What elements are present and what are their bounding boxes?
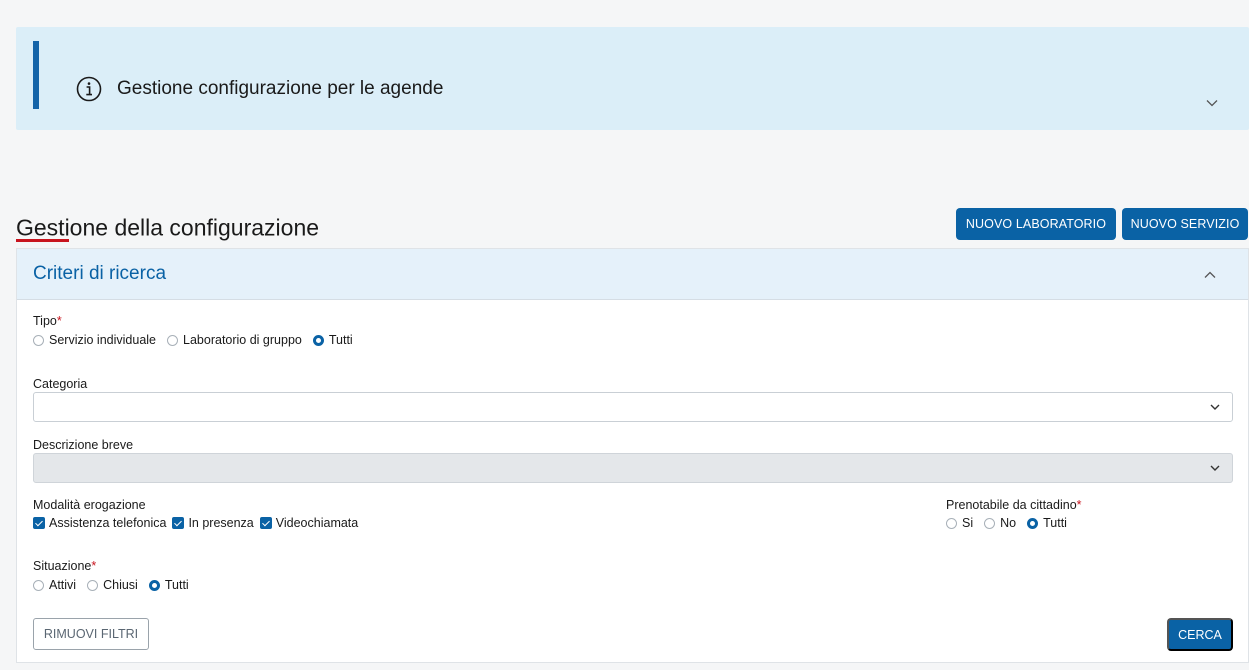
remove-filters-button[interactable]: RIMUOVI FILTRI (33, 618, 149, 650)
radio-label: Tutti (164, 578, 189, 592)
search-button[interactable]: CERCA (1167, 618, 1233, 651)
prenotabile-label: Prenotabile da cittadino* (946, 498, 1082, 512)
search-panel: Criteri di ricerca Tipo* Servizio indivi… (16, 248, 1249, 663)
tipo-radio-group: Servizio individuale Laboratorio di grup… (33, 333, 364, 347)
checkbox-label: Assistenza telefonica (49, 516, 167, 530)
radio-situazione-tutti[interactable] (148, 579, 160, 591)
info-banner-accent-bar (33, 41, 39, 109)
search-panel-title: Criteri di ricerca (33, 263, 167, 284)
modalita-checkbox-group: Assistenza telefonica In presenza Videoc… (33, 516, 369, 530)
checkbox-videochiamata[interactable] (259, 517, 272, 529)
page-title: Gestione della configurazione (16, 214, 320, 241)
required-marker: * (56, 314, 62, 328)
radio-label: No (1000, 516, 1017, 530)
info-icon (76, 76, 102, 102)
chevron-down-icon (1210, 465, 1220, 471)
info-banner-title: Gestione configurazione per le agende (117, 78, 444, 99)
radio-situazione-chiusi[interactable] (87, 579, 99, 591)
radio-prenotabile-tutti[interactable] (1027, 517, 1039, 529)
radio-prenotabile-si[interactable] (946, 517, 957, 529)
radio-laboratorio-di-gruppo[interactable] (167, 334, 179, 346)
radio-label: Servizio individuale (49, 333, 157, 347)
tipo-label: Tipo* (33, 314, 62, 328)
prenotabile-radio-group: Si No Tutti (946, 516, 1078, 530)
radio-situazione-attivi[interactable] (33, 579, 44, 591)
prenotabile-label-text: Prenotabile da cittadino (946, 498, 1077, 512)
chevron-down-icon[interactable] (1206, 97, 1218, 109)
search-panel-header[interactable]: Criteri di ricerca (17, 249, 1248, 300)
radio-prenotabile-no[interactable] (984, 517, 996, 529)
radio-label: Chiusi (103, 578, 138, 592)
required-marker: * (91, 559, 97, 573)
checkbox-label: Videochiamata (275, 516, 359, 530)
chevron-down-icon (1210, 404, 1220, 410)
radio-label: Tutti (1043, 516, 1067, 530)
situazione-radio-group: Attivi Chiusi Tutti (33, 578, 200, 592)
checkbox-assistenza-telefonica[interactable] (33, 517, 45, 529)
checkbox-in-presenza[interactable] (172, 517, 185, 529)
descrizione-breve-label: Descrizione breve (33, 438, 134, 452)
chevron-up-icon[interactable] (1204, 269, 1216, 281)
radio-label: Si (962, 516, 974, 530)
modalita-erogazione-label: Modalità erogazione (33, 498, 146, 512)
new-laboratory-button[interactable]: NUOVO LABORATORIO (956, 208, 1116, 240)
radio-tipo-tutti[interactable] (312, 334, 324, 346)
radio-servizio-individuale[interactable] (33, 334, 44, 346)
new-service-button[interactable]: NUOVO SERVIZIO (1122, 208, 1248, 240)
radio-label: Attivi (49, 578, 77, 592)
radio-label: Laboratorio di gruppo (183, 333, 302, 347)
tipo-label-text: Tipo (33, 314, 57, 328)
checkbox-label: In presenza (188, 516, 254, 530)
radio-label: Tutti (328, 333, 353, 347)
descrizione-breve-select[interactable] (33, 453, 1233, 483)
situazione-label: Situazione* (33, 559, 96, 573)
required-marker: * (1076, 498, 1082, 512)
info-banner[interactable]: Gestione configurazione per le agende (16, 27, 1249, 130)
situazione-label-text: Situazione (33, 559, 92, 573)
categoria-label: Categoria (33, 377, 88, 391)
page-title-underline (16, 239, 69, 242)
categoria-select[interactable] (33, 392, 1233, 422)
